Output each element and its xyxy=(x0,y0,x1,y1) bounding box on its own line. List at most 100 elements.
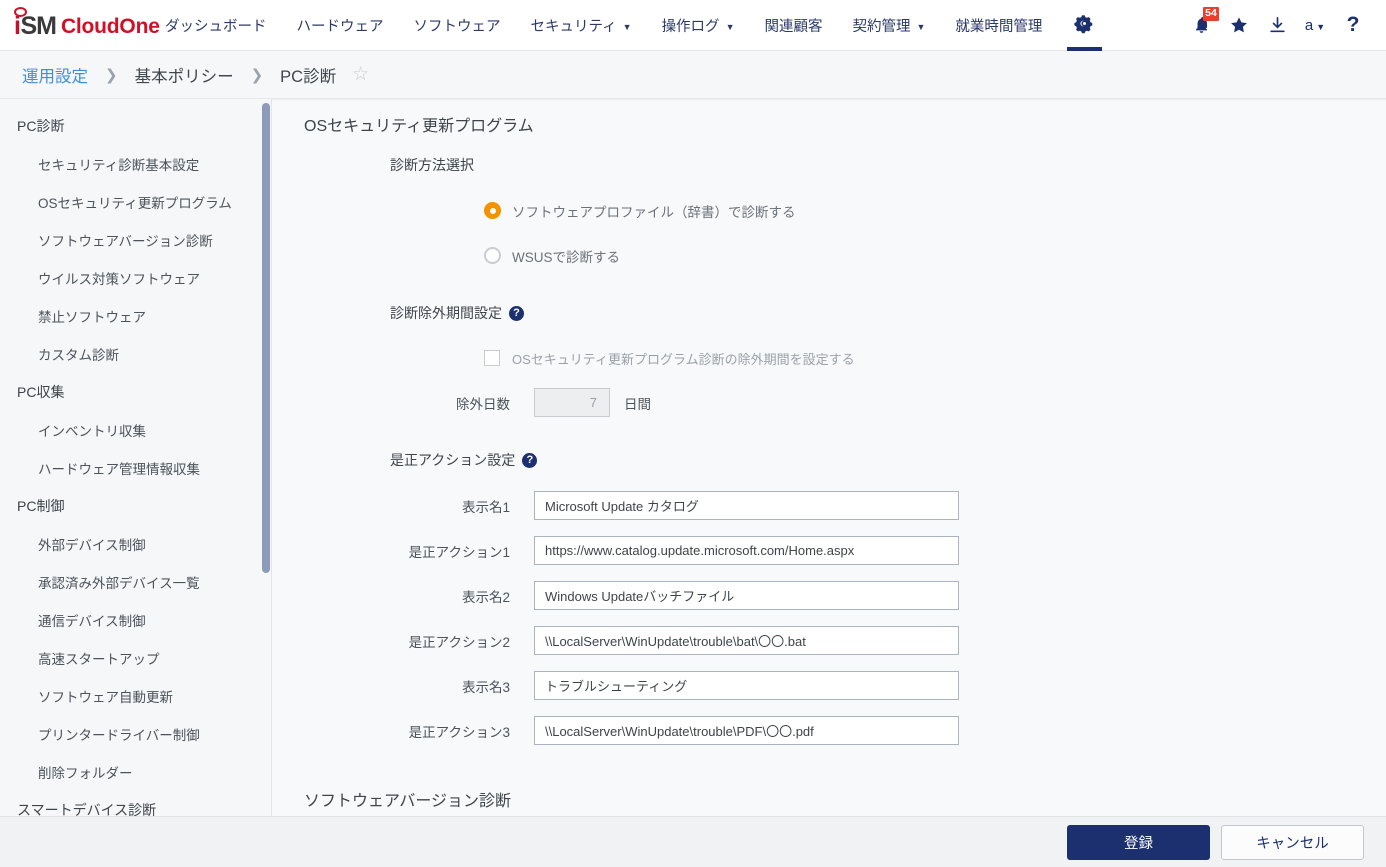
sidebar-item-printer-driver-control[interactable]: プリンタードライバー制御 xyxy=(0,715,272,753)
sidebar-item-antivirus[interactable]: ウイルス対策ソフトウェア xyxy=(0,259,272,297)
diagnosis-method-label: 診断方法選択 xyxy=(272,142,1386,188)
section-title-software-version: ソフトウェアバージョン診断 xyxy=(304,793,512,810)
radio-row-profile[interactable]: ソフトウェアプロファイル（辞書）で診断する xyxy=(272,188,1386,233)
sidebar-item-pc-control[interactable]: PC制御 xyxy=(0,487,272,525)
checkbox-row-exclusion[interactable]: OSセキュリティ更新プログラム診断の除外期間を設定する xyxy=(272,336,1386,380)
checkbox-exclusion-period[interactable] xyxy=(484,350,500,366)
sidebar-item-os-security-update[interactable]: OSセキュリティ更新プログラム xyxy=(0,183,272,221)
sidebar-item-custom-diagnosis[interactable]: カスタム診断 xyxy=(0,335,272,373)
radio-wsus[interactable] xyxy=(484,247,501,264)
remediation-action-1-label: 是正アクション1 xyxy=(408,544,510,560)
language-label: a xyxy=(1304,16,1314,34)
sidebar-item-software-auto-update[interactable]: ソフトウェア自動更新 xyxy=(0,677,272,715)
language-selector[interactable]: a ▼ xyxy=(1296,0,1334,51)
nav-item-hardware[interactable]: ハードウェア xyxy=(282,0,399,51)
cancel-button[interactable]: キャンセル xyxy=(1221,824,1364,860)
remediation-action-3-label: 是正アクション3 xyxy=(408,724,510,740)
exclusion-days-label: 除外日数 xyxy=(456,396,510,412)
sidebar-item-pc-shindan[interactable]: PC診断 xyxy=(0,107,272,145)
notification-badge: 54 xyxy=(1203,6,1219,21)
sidebar-item-inventory-collection[interactable]: インベントリ収集 xyxy=(0,411,272,449)
sidebar-item-pc-collection[interactable]: PC収集 xyxy=(0,373,272,411)
nav-item-contract-management[interactable]: 契約管理 ▼ xyxy=(837,0,940,51)
chevron-down-icon: ▼ xyxy=(1316,21,1326,32)
nav-label: ハードウェア xyxy=(296,19,384,35)
submit-button[interactable]: 登録 xyxy=(1067,824,1210,860)
display-name-1-input[interactable] xyxy=(534,491,959,520)
sidebar-item-label: 高速スタートアップ xyxy=(38,652,160,667)
chevron-down-icon: ▼ xyxy=(916,21,926,32)
question-mark-icon: ? xyxy=(1346,13,1360,36)
sidebar-item-prohibited-software[interactable]: 禁止ソフトウェア xyxy=(0,297,272,335)
sidebar-item-label: スマートデバイス診断 xyxy=(17,802,157,816)
sidebar-item-label: OSセキュリティ更新プログラム xyxy=(38,196,232,211)
sidebar-item-communication-device-control[interactable]: 通信デバイス制御 xyxy=(0,601,272,639)
sidebar-item-label: 通信デバイス制御 xyxy=(38,614,146,629)
sidebar-item-software-version[interactable]: ソフトウェアバージョン診断 xyxy=(0,221,272,259)
sidebar-item-label: 削除フォルダー xyxy=(38,766,133,781)
sidebar-scrollbar-thumb[interactable] xyxy=(262,103,270,573)
logo-cloudone: CloudOne xyxy=(60,15,160,38)
main-navigation: ダッシュボード ハードウェア ソフトウェア セキュリティ ▼ 操作ログ ▼ 関連… xyxy=(150,0,1386,51)
help-icon[interactable]: ? xyxy=(509,305,524,321)
nav-label: 就業時間管理 xyxy=(955,19,1043,35)
download-button[interactable] xyxy=(1258,0,1296,51)
diagnosis-method-label-text: 診断方法選択 xyxy=(390,157,474,173)
sidebar-item-label: 承認済み外部デバイス一覧 xyxy=(38,576,200,591)
top-header: i SM CloudOne ダッシュボード ハードウェア ソフトウェア セキュリ… xyxy=(0,0,1386,51)
sidebar-item-security-basic-settings[interactable]: セキュリティ診断基本設定 xyxy=(0,145,272,183)
sidebar-item-fast-startup[interactable]: 高速スタートアップ xyxy=(0,639,272,677)
app-logo[interactable]: i SM CloudOne xyxy=(0,0,160,51)
nav-item-security[interactable]: セキュリティ ▼ xyxy=(516,0,647,51)
field-row-exclusion-days: 除外日数 日間 xyxy=(272,380,1386,425)
checkbox-exclusion-label[interactable]: OSセキュリティ更新プログラム診断の除外期間を設定する xyxy=(512,349,855,368)
nav-item-operation-log[interactable]: 操作ログ ▼ xyxy=(647,0,750,51)
display-name-2-input[interactable] xyxy=(534,581,959,610)
help-icon[interactable]: ? xyxy=(522,452,538,468)
nav-item-working-hours[interactable]: 就業時間管理 xyxy=(940,0,1057,51)
sidebar-item-label: インベントリ収集 xyxy=(38,424,146,439)
radio-profile-label[interactable]: ソフトウェアプロファイル（辞書）で診断する xyxy=(512,201,796,221)
breadcrumb-level2-link[interactable]: 基本ポリシー xyxy=(135,63,234,87)
sidebar-item-label: PC収集 xyxy=(17,384,65,400)
nav-item-dashboard[interactable]: ダッシュボード xyxy=(150,0,282,51)
remediation-action-2-input[interactable] xyxy=(534,626,959,655)
logo-sm: SM xyxy=(20,12,56,40)
sidebar-item-delete-folder[interactable]: 削除フォルダー xyxy=(0,753,272,791)
breadcrumb-current: PC診断 xyxy=(280,67,337,86)
favorites-button[interactable] xyxy=(1220,0,1258,51)
header-actions: 54 a ▼ ? xyxy=(1182,0,1386,50)
sidebar-item-label: ソフトウェア自動更新 xyxy=(38,690,173,705)
sidebar-item-label: カスタム診断 xyxy=(38,348,119,363)
sidebar-item-smart-device-diagnosis[interactable]: スマートデバイス診断 xyxy=(0,791,272,816)
display-name-3-label: 表示名3 xyxy=(461,679,510,695)
exclusion-days-input[interactable] xyxy=(534,388,610,417)
section-title-os-security-update: OSセキュリティ更新プログラム xyxy=(304,118,534,135)
display-name-3-input[interactable] xyxy=(534,671,959,700)
sidebar-item-label: 外部デバイス制御 xyxy=(38,538,146,553)
nav-item-related-customer[interactable]: 関連顧客 xyxy=(749,0,837,51)
sidebar-item-approved-device-list[interactable]: 承認済み外部デバイス一覧 xyxy=(0,563,272,601)
radio-wsus-label[interactable]: WSUSで診断する xyxy=(512,246,620,266)
remediation-action-3-input[interactable] xyxy=(534,716,959,745)
breadcrumb-root-link[interactable]: 運用設定 xyxy=(22,63,88,87)
star-outline-icon[interactable]: ☆ xyxy=(352,65,369,84)
sidebar-item-label: PC診断 xyxy=(17,118,65,134)
nav-label: 関連顧客 xyxy=(764,19,823,35)
nav-item-software[interactable]: ソフトウェア xyxy=(399,0,516,51)
chevron-right-icon: ❯ xyxy=(105,66,118,84)
notification-bell-button[interactable]: 54 xyxy=(1182,0,1220,51)
radio-row-wsus[interactable]: WSUSで診断する xyxy=(272,233,1386,278)
sidebar-item-hardware-info-collection[interactable]: ハードウェア管理情報収集 xyxy=(0,449,272,487)
field-row-display-name-2: 表示名2 xyxy=(272,573,1386,618)
nav-label: 契約管理 xyxy=(852,19,911,35)
sidebar-item-external-device-control[interactable]: 外部デバイス制御 xyxy=(0,525,272,563)
nav-item-settings[interactable] xyxy=(1057,0,1112,51)
help-button[interactable]: ? xyxy=(1334,0,1372,51)
remediation-action-1-input[interactable] xyxy=(534,536,959,565)
radio-profile[interactable] xyxy=(484,202,501,219)
sidebar-navigation: PC診断 セキュリティ診断基本設定 OSセキュリティ更新プログラム ソフトウェア… xyxy=(0,99,272,816)
nav-label: ソフトウェア xyxy=(413,19,501,35)
remediation-action-2-label: 是正アクション2 xyxy=(408,634,510,650)
